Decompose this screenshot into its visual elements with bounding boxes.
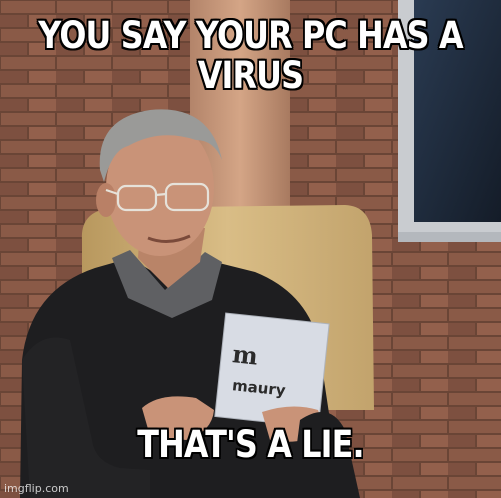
meme-image: m maury YOU SAY YOUR PC HAS A VIRUS THAT…: [0, 0, 501, 498]
top-caption: YOU SAY YOUR PC HAS A VIRUS: [38, 14, 463, 97]
svg-text:m: m: [231, 339, 259, 370]
ear: [96, 183, 116, 217]
bottom-caption: THAT'S A LIE.: [137, 423, 364, 466]
watermark: imgflip.com: [4, 482, 69, 495]
